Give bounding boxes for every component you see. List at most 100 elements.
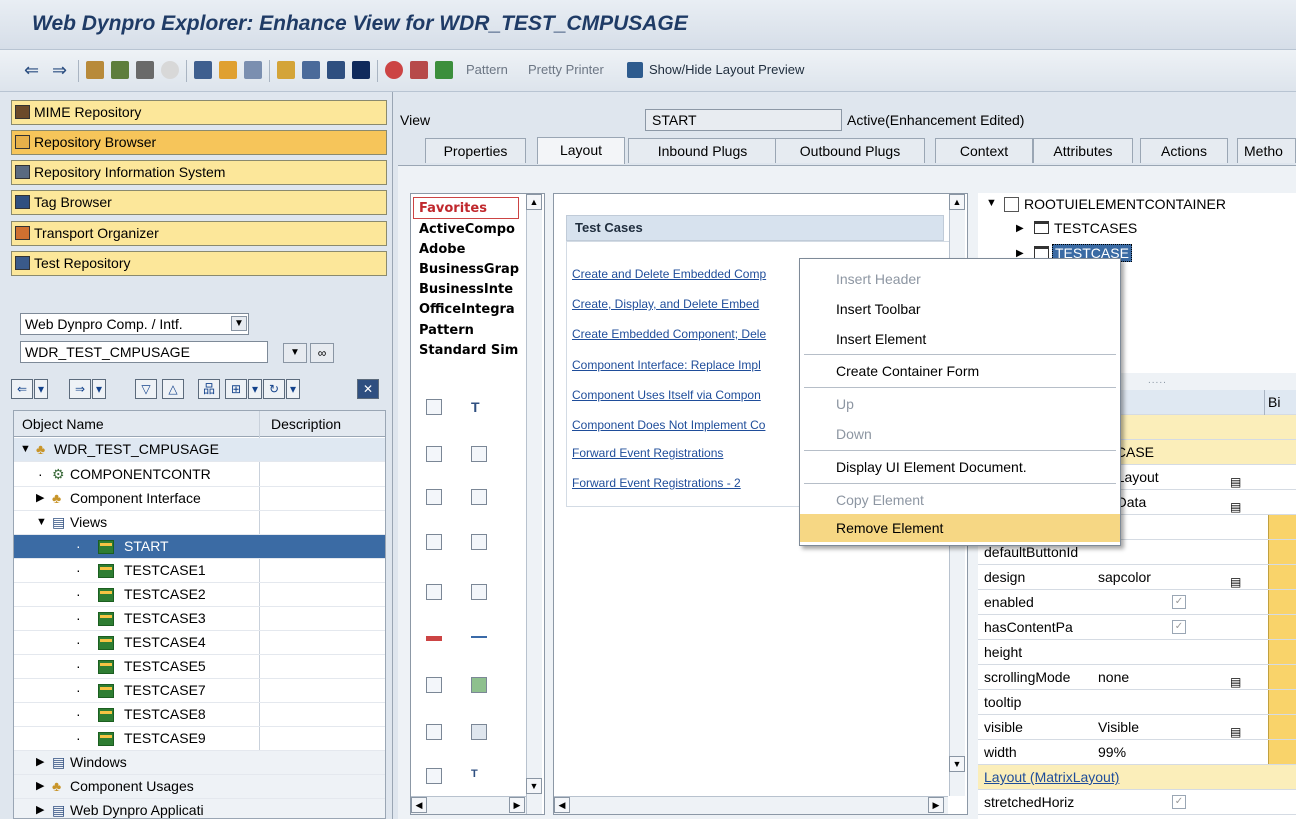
test-case-link[interactable]: Forward Event Registrations: [572, 446, 723, 460]
checkbox-icon[interactable]: [426, 446, 442, 462]
binding-button[interactable]: [1268, 715, 1296, 739]
scroll-left-icon[interactable]: ◀: [411, 797, 427, 813]
menu-insert-element[interactable]: Insert Element: [800, 325, 1120, 353]
tree-forward-dropdown[interactable]: ▾: [92, 379, 106, 399]
palette-officeintegration[interactable]: OfficeIntegra: [419, 302, 515, 317]
test-case-link[interactable]: Create, Display, and Delete Embed: [572, 297, 759, 311]
tree-row-view[interactable]: · TESTCASE9: [14, 727, 385, 751]
property-row[interactable]: scrollingMode none ▤: [978, 665, 1296, 690]
file-upload-icon[interactable]: [426, 584, 442, 600]
pattern-button[interactable]: Pattern: [466, 62, 508, 77]
test-case-link[interactable]: Component Does Not Implement Co: [572, 418, 765, 432]
tree-row-view[interactable]: · TESTCASE5: [14, 655, 385, 679]
canvas-hscrollbar[interactable]: ◀ ▶: [554, 796, 948, 814]
menu-create-container-form[interactable]: Create Container Form: [800, 357, 1120, 385]
palette-scrollbar[interactable]: ▲ ▼: [526, 194, 542, 814]
scroll-down-icon[interactable]: ▼: [526, 778, 542, 794]
nav-repository-browser[interactable]: Repository Browser: [11, 130, 387, 155]
view-name-field[interactable]: START: [645, 109, 842, 131]
horizontal-separator-icon[interactable]: [471, 636, 487, 638]
test-case-link[interactable]: Component Interface: Replace Impl: [572, 358, 761, 372]
tree-row-component-usages[interactable]: ▶ ♣ Component Usages: [14, 775, 385, 799]
enabled-checkbox[interactable]: ✓: [1172, 595, 1186, 609]
menu-up[interactable]: Up: [800, 390, 1120, 418]
palette-businessgraphics[interactable]: BusinessGrap: [419, 262, 519, 277]
palette-businessintelligence[interactable]: BusinessInte: [419, 282, 513, 297]
chevron-down-icon[interactable]: ▼: [231, 316, 247, 331]
scroll-up-icon[interactable]: ▲: [949, 194, 965, 210]
tab-context[interactable]: Context: [935, 138, 1033, 163]
other-object-icon[interactable]: [111, 61, 129, 79]
back-icon[interactable]: ⇐: [24, 61, 42, 79]
invisible-element-icon[interactable]: [426, 677, 442, 693]
scroll-up-icon[interactable]: ▲: [526, 194, 542, 210]
binding-button[interactable]: [1268, 615, 1296, 639]
display-glasses-icon[interactable]: ∞: [310, 343, 334, 363]
collapsed-icon[interactable]: ▶: [36, 487, 44, 510]
stretched-checkbox[interactable]: ✓: [1172, 795, 1186, 809]
tree-collapse-dropdown[interactable]: ▾: [248, 379, 262, 399]
property-row[interactable]: stretchedHoriz ✓: [978, 790, 1296, 815]
binding-button[interactable]: [1268, 540, 1296, 564]
tab-properties[interactable]: Properties: [425, 138, 526, 163]
splitter-handle[interactable]: .....: [1148, 375, 1167, 386]
check-icon[interactable]: [136, 61, 154, 79]
test-case-link[interactable]: Create Embedded Component; Dele: [572, 327, 766, 341]
nav-tag-browser[interactable]: Tag Browser: [11, 190, 387, 215]
tree-row-view[interactable]: · TESTCASE7: [14, 679, 385, 703]
dropdown-button[interactable]: ▼: [283, 343, 307, 363]
ui-root-label[interactable]: ROOTUIELEMENTCONTAINER: [1024, 196, 1226, 212]
menu-copy-element[interactable]: Copy Element: [800, 486, 1120, 514]
nav-test-repository[interactable]: Test Repository: [11, 251, 387, 276]
wizard-icon[interactable]: [435, 61, 453, 79]
expanded-icon[interactable]: ▼: [986, 197, 997, 209]
tree-up-icon[interactable]: △: [162, 379, 184, 399]
menu-remove-element[interactable]: Remove Element: [800, 514, 1120, 542]
tab-actions[interactable]: Actions: [1140, 138, 1228, 163]
test-icon[interactable]: [385, 61, 403, 79]
dropdown-icon[interactable]: [471, 489, 487, 505]
tree-row-view[interactable]: · TESTCASE8: [14, 703, 385, 727]
display-change-icon[interactable]: [86, 61, 104, 79]
property-row[interactable]: visible Visible ▤: [978, 715, 1296, 740]
tab-inbound-plugs[interactable]: Inbound Plugs: [628, 138, 777, 163]
test-case-link[interactable]: Component Uses Itself via Compon: [572, 388, 761, 402]
palette-standard-simple[interactable]: Standard Sim: [419, 343, 518, 358]
palette-pattern[interactable]: Pattern: [419, 323, 474, 338]
forward-icon[interactable]: ⇒: [52, 61, 70, 79]
text-view-icon[interactable]: T: [471, 399, 487, 415]
tree-row-windows[interactable]: ▶ ▤ Windows: [14, 751, 385, 775]
navigation-icon[interactable]: [244, 61, 262, 79]
collapsed-icon[interactable]: ▶: [36, 751, 44, 774]
menu-insert-header[interactable]: Insert Header: [800, 265, 1120, 293]
object-list-icon[interactable]: [219, 61, 237, 79]
expanded-icon[interactable]: ▼: [36, 511, 47, 534]
layout-preview-button[interactable]: Show/Hide Layout Preview: [649, 62, 804, 77]
layout-icon[interactable]: [302, 61, 320, 79]
tree-row-applications[interactable]: ▶ ▤ Web Dynpro Applicati: [14, 799, 385, 818]
column-object-name[interactable]: Object Name: [22, 416, 104, 432]
object-name-input[interactable]: WDR_TEST_CMPUSAGE: [20, 341, 268, 363]
menu-down[interactable]: Down: [800, 420, 1120, 448]
scroll-down-icon[interactable]: ▼: [949, 756, 965, 772]
column-description[interactable]: Description: [271, 416, 341, 432]
tree-row-component[interactable]: ▼ ♣ WDR_TEST_CMPUSAGE: [14, 438, 385, 462]
tree-row-view[interactable]: · TESTCASE2: [14, 583, 385, 607]
menu-insert-toolbar[interactable]: Insert Toolbar: [800, 295, 1120, 323]
palette-adobe[interactable]: Adobe: [419, 242, 465, 257]
activate-icon[interactable]: [161, 61, 179, 79]
tree-row-view[interactable]: · TESTCASE3: [14, 607, 385, 631]
where-used-icon[interactable]: [194, 61, 212, 79]
tree-back-dropdown[interactable]: ▾: [34, 379, 48, 399]
tree-row-views[interactable]: ▼ ▤ Views: [14, 511, 385, 535]
hierarchy-icon[interactable]: [277, 61, 295, 79]
tree-hierarchy-icon[interactable]: 品: [198, 379, 220, 399]
object-type-select[interactable]: Web Dynpro Comp. / Intf. ▼: [20, 313, 249, 335]
binding-button[interactable]: [1268, 565, 1296, 589]
palette-favorites[interactable]: Favorites: [419, 201, 487, 216]
tree-back-icon[interactable]: ⇐: [11, 379, 33, 399]
binding-button[interactable]: [1268, 665, 1296, 689]
property-row[interactable]: hasContentPa ✓: [978, 615, 1296, 640]
tree-refresh-icon[interactable]: ↻: [263, 379, 285, 399]
ui-tree-label[interactable]: TESTCASES: [1054, 220, 1137, 236]
